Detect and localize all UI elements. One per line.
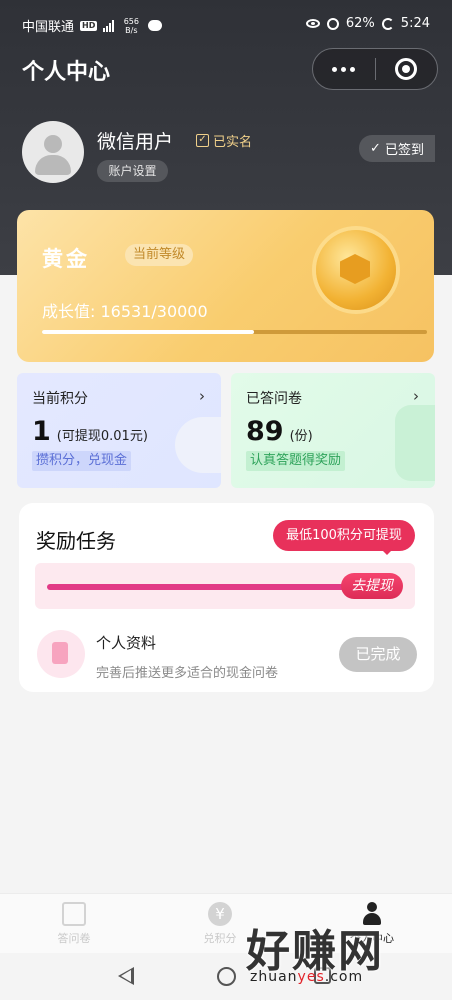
tab-label: 兑积分 <box>203 932 237 945</box>
site-watermark: 好赚网 zhuanyes.com <box>246 915 436 995</box>
growth-value: 成长值: 16531/30000 <box>42 302 208 321</box>
level-name: 黄金 <box>42 247 90 271</box>
tab-survey[interactable]: 答问卷 <box>24 902 124 946</box>
net-speed: 656 B/s <box>123 16 139 35</box>
min-withdraw-bubble: 最低100积分可提现 <box>273 520 415 555</box>
signal-icon <box>103 19 115 32</box>
user-name: 微信用户 <box>97 131 174 153</box>
survey-label: 已答问卷 <box>246 391 302 407</box>
chevron-right-icon: › <box>199 387 205 405</box>
level-tag: 当前等级 <box>125 244 194 266</box>
eye-icon <box>305 19 320 28</box>
points-label: 当前积分 <box>32 391 88 407</box>
avatar[interactable] <box>22 121 84 183</box>
chat-icon <box>148 20 163 31</box>
task-name: 个人资料 <box>96 634 157 652</box>
watermark-url: zhuanyes.com <box>250 969 364 985</box>
points-cash-note: (可提现0.01元) <box>56 429 148 444</box>
status-bar: 中国联通 HD 656 B/s 62% 5:24 <box>0 0 452 48</box>
survey-icon <box>62 902 86 926</box>
alarm-icon <box>326 17 339 30</box>
close-target-icon[interactable] <box>375 58 437 80</box>
survey-card[interactable]: 已答问卷 › 89 (份) 认真答题得奖励 <box>231 373 435 488</box>
task-completed-button[interactable]: 已完成 <box>339 637 417 672</box>
points-tag: 攒积分，兑现金 <box>32 451 132 471</box>
battery-level: 62% <box>345 16 375 31</box>
growth-progress-bar <box>42 330 427 334</box>
withdraw-button[interactable]: 去提现 <box>341 573 403 599</box>
task-description: 完善后推送更多适合的现金问卷 <box>96 666 279 681</box>
document-decoration-icon <box>395 405 435 481</box>
profile-document-icon <box>37 630 85 678</box>
tab-label: 答问卷 <box>57 932 91 945</box>
carrier-label: 中国联通 <box>22 20 75 35</box>
clock: 5:24 <box>400 16 430 31</box>
tasks-title: 奖励任务 <box>36 529 116 553</box>
survey-value: 89 <box>246 416 284 447</box>
verified-badge: ✓ 已实名 <box>196 131 252 150</box>
verified-label: 已实名 <box>213 135 253 150</box>
survey-tag: 认真答题得奖励 <box>246 451 346 471</box>
battery-icon <box>381 17 394 30</box>
level-card[interactable]: 黄金 当前等级 成长值: 16531/30000 <box>17 210 434 362</box>
chevron-right-icon: › <box>413 387 419 405</box>
miniprogram-capsule <box>312 48 438 90</box>
checkin-label: 已签到 <box>384 143 424 158</box>
home-icon[interactable] <box>217 967 236 986</box>
back-icon[interactable] <box>118 967 134 985</box>
account-settings-button[interactable]: 账户设置 <box>97 160 168 182</box>
reward-tasks-card: 奖励任务 最低100积分可提现 去提现 个人资料 完善后推送更多适合的现金问卷 … <box>19 503 434 692</box>
points-value: 1 <box>32 416 51 447</box>
checkmark-icon: ✓ <box>370 141 381 156</box>
checkin-button[interactable]: ✓ 已签到 <box>359 135 435 162</box>
yen-icon: ¥ <box>208 902 232 926</box>
more-menu-icon[interactable] <box>313 66 375 72</box>
withdraw-row: 去提现 <box>35 563 415 609</box>
check-box-icon: ✓ <box>196 134 209 147</box>
growth-progress-fill <box>42 330 255 334</box>
withdraw-progress-bar <box>47 584 347 590</box>
page-title: 个人中心 <box>22 60 111 85</box>
survey-unit: (份) <box>289 429 313 444</box>
hd-badge: HD <box>80 20 98 31</box>
points-card[interactable]: 当前积分 › 1 (可提现0.01元) 攒积分，兑现金 <box>17 373 221 488</box>
coin-decoration-icon <box>175 417 221 473</box>
gold-medal-icon <box>316 230 396 310</box>
